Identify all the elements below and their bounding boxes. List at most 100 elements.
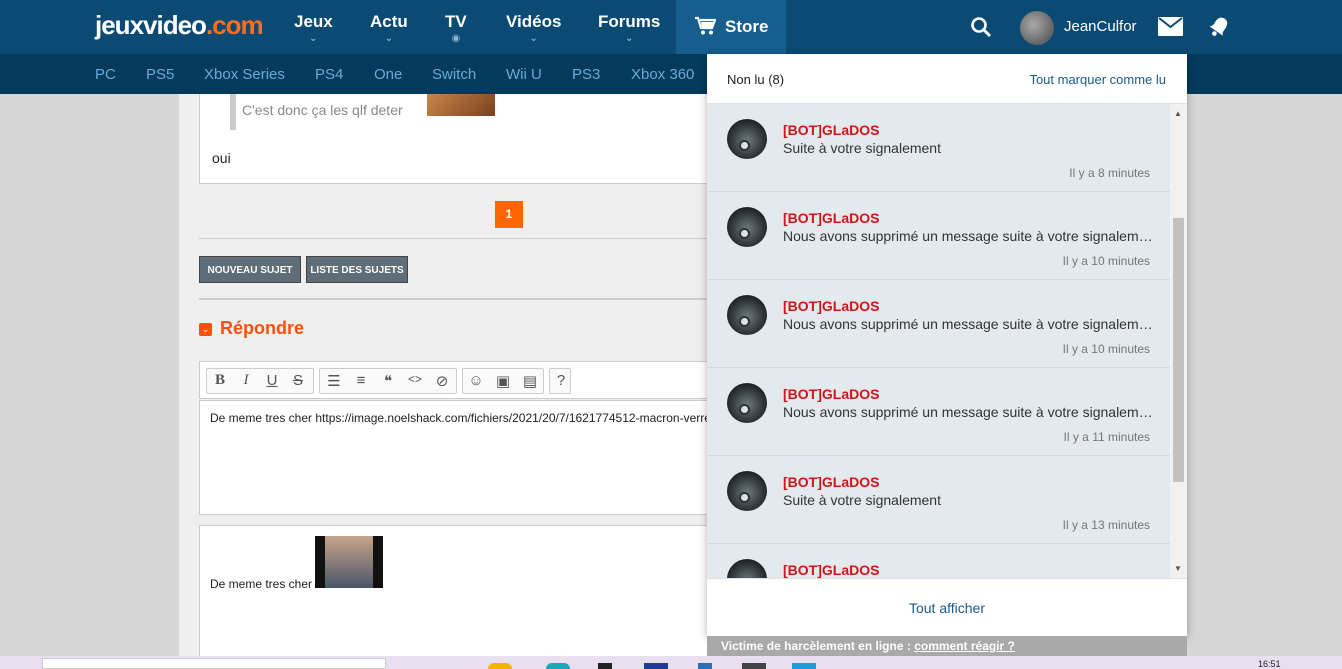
os-taskbar: 16:51 — [0, 656, 1342, 669]
nav-label: Vidéos — [506, 12, 562, 31]
notification-item[interactable]: [BOT]GLaDOS Nous avons supprimé un messa… — [707, 280, 1170, 368]
nav-videos[interactable]: Vidéos ⌄ — [506, 12, 561, 44]
bold-button[interactable]: B — [209, 372, 231, 389]
platform-link[interactable]: PC — [95, 66, 116, 83]
notification-sender: [BOT]GLaDOS — [783, 210, 880, 226]
chevron-down-icon: ⌄ — [624, 33, 634, 44]
italic-button[interactable]: I — [235, 372, 257, 389]
notification-message: Suite à votre signalement — [783, 492, 941, 508]
logo-dot: .com — [205, 10, 264, 40]
format-group: B I U S — [206, 368, 314, 394]
mark-all-read-link[interactable]: Tout marquer comme lu — [1029, 72, 1166, 87]
harassment-link[interactable]: comment réagir ? — [914, 639, 1015, 653]
reply-title: Répondre — [220, 318, 305, 338]
harassment-text: Victime de harcèlement en ligne : — [721, 639, 915, 653]
chevron-down-icon[interactable]: ⌄ — [199, 323, 212, 336]
platform-link[interactable]: Xbox Series — [204, 66, 285, 83]
harassment-banner: Victime de harcèlement en ligne : commen… — [707, 636, 1187, 656]
notification-sender: [BOT]GLaDOS — [783, 562, 880, 578]
notification-item[interactable]: [BOT]GLaDOS — [707, 544, 1170, 578]
help-button[interactable]: ? — [550, 372, 572, 389]
platform-link[interactable]: Xbox 360 — [631, 66, 694, 83]
divider — [199, 298, 719, 300]
taskbar-app-icon[interactable] — [698, 663, 712, 669]
bot-avatar — [727, 471, 767, 511]
bot-avatar — [727, 559, 767, 578]
image-icon[interactable]: ▣ — [492, 372, 514, 390]
notification-time: Il y a 11 minutes — [1063, 430, 1150, 444]
forum-page: C'est donc ça les qlf deter oui 1 NOUVEA… — [179, 94, 719, 669]
smiley-icon[interactable]: ☺ — [465, 372, 487, 389]
notifications-dropdown: Non lu (8) Tout marquer comme lu [BOT]GL… — [707, 54, 1187, 636]
notification-time: Il y a 13 minutes — [1062, 518, 1150, 532]
scroll-down-icon[interactable]: ▼ — [1174, 564, 1182, 573]
underline-button[interactable]: U — [261, 372, 283, 389]
bot-avatar — [727, 383, 767, 423]
unread-count: Non lu (8) — [727, 72, 785, 87]
chevron-down-icon: ⌄ — [384, 33, 394, 44]
bell-icon[interactable] — [1207, 15, 1231, 44]
bot-avatar — [727, 295, 767, 335]
preview-sticker-image — [315, 536, 383, 588]
editor-toolbar: B I U S ☰ ≡ ❝ <> ⊘ ☺ ▣ ▤ ? — [199, 361, 719, 399]
notification-scrollbar[interactable]: ▲ ▼ — [1170, 104, 1187, 578]
store-button[interactable]: Store — [676, 0, 786, 54]
post-text: oui — [212, 150, 231, 166]
show-all-link[interactable]: Tout afficher — [707, 600, 1187, 616]
taskbar-app-icon[interactable] — [546, 663, 570, 669]
taskbar-app-icon[interactable] — [488, 663, 512, 669]
mail-icon[interactable] — [1158, 17, 1183, 41]
media-group: ☺ ▣ ▤ — [462, 368, 544, 394]
message-preview: De meme tres cher — [199, 525, 719, 669]
live-dot-icon: ◉ — [451, 33, 461, 44]
notification-sender: [BOT]GLaDOS — [783, 122, 880, 138]
new-topic-button[interactable]: NOUVEAU SUJET — [199, 256, 301, 283]
nav-jeux[interactable]: Jeux ⌄ — [294, 12, 333, 44]
search-icon[interactable] — [970, 16, 992, 43]
username[interactable]: JeanCulfor — [1064, 18, 1137, 35]
notification-item[interactable]: [BOT]GLaDOS Nous avons supprimé un messa… — [707, 192, 1170, 280]
store-label: Store — [725, 17, 769, 36]
notification-sender: [BOT]GLaDOS — [783, 474, 880, 490]
message-editor[interactable]: De meme tres cher https://image.noelshac… — [199, 400, 719, 515]
notification-time: Il y a 10 minutes — [1062, 254, 1150, 268]
topic-list-button[interactable]: LISTE DES SUJETS — [306, 256, 408, 283]
notification-item[interactable]: [BOT]GLaDOS Nous avons supprimé un messa… — [707, 368, 1170, 456]
taskbar-app-icon[interactable] — [792, 663, 816, 669]
bullet-list-icon[interactable]: ☰ — [323, 372, 345, 390]
page-number-button[interactable]: 1 — [495, 201, 523, 228]
taskbar-app-icon[interactable] — [598, 663, 612, 669]
sticker-face — [325, 536, 373, 588]
spoiler-icon[interactable]: ⊘ — [431, 372, 453, 390]
site-logo[interactable]: jeuxvideo.com — [95, 10, 264, 41]
taskbar-app-icon[interactable] — [644, 663, 668, 669]
platform-link[interactable]: One — [374, 66, 402, 83]
nav-label: Forums — [598, 12, 661, 31]
video-icon[interactable]: ▤ — [519, 372, 541, 390]
taskbar-app-icon[interactable] — [742, 663, 766, 669]
platform-link[interactable]: PS4 — [315, 66, 343, 83]
scroll-thumb[interactable] — [1173, 218, 1184, 482]
platform-link[interactable]: Switch — [432, 66, 476, 83]
platform-link[interactable]: PS3 — [572, 66, 600, 83]
numbered-list-icon[interactable]: ≡ — [350, 372, 372, 389]
notification-item[interactable]: [BOT]GLaDOS Suite à votre signalement Il… — [707, 104, 1170, 192]
editor-content: De meme tres cher https://image.noelshac… — [210, 411, 711, 425]
strike-button[interactable]: S — [287, 372, 309, 389]
scroll-up-icon[interactable]: ▲ — [1174, 109, 1182, 118]
nav-tv[interactable]: TV ◉ — [445, 12, 467, 44]
notification-sender: [BOT]GLaDOS — [783, 298, 880, 314]
logo-main: jeuxvideo — [95, 10, 207, 40]
nav-forums[interactable]: Forums ⌄ — [598, 12, 660, 44]
nav-actu[interactable]: Actu ⌄ — [370, 12, 408, 44]
notification-message: Suite à votre signalement — [783, 140, 941, 156]
quote-icon[interactable]: ❝ — [377, 372, 399, 390]
platform-link[interactable]: PS5 — [146, 66, 174, 83]
notification-item[interactable]: [BOT]GLaDOS Suite à votre signalement Il… — [707, 456, 1170, 544]
user-avatar[interactable] — [1020, 11, 1054, 45]
taskbar-clock: 16:51 — [1258, 659, 1281, 669]
taskbar-search-input[interactable] — [42, 658, 386, 669]
platform-link[interactable]: Wii U — [506, 66, 542, 83]
bot-avatar — [727, 207, 767, 247]
code-icon[interactable]: <> — [404, 372, 426, 386]
